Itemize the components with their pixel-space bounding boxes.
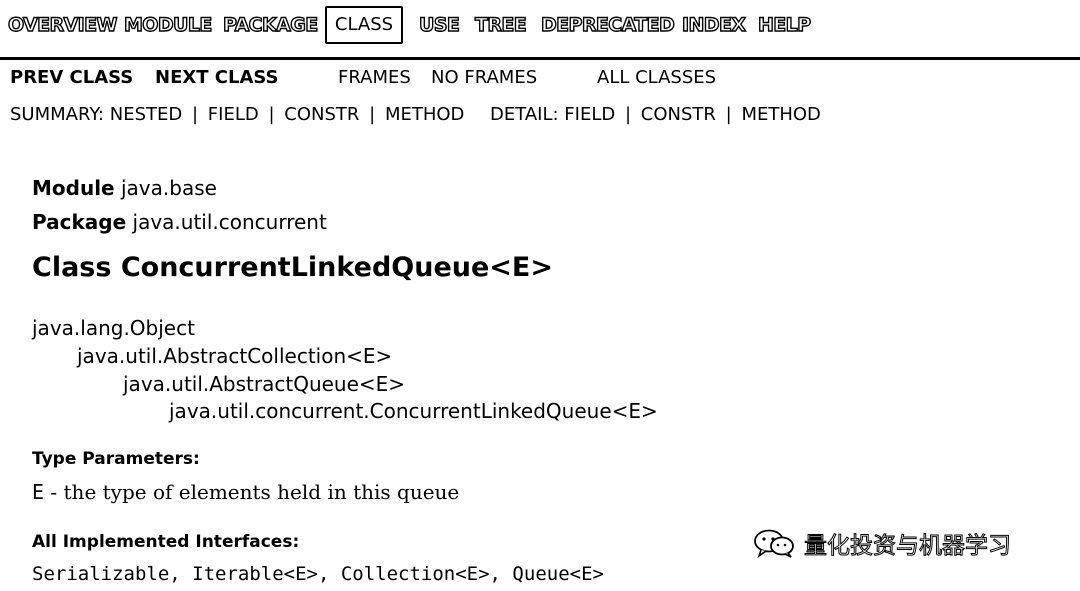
prev-class-link[interactable]: PREV CLASS bbox=[10, 67, 133, 88]
separator: | bbox=[191, 104, 199, 125]
hierarchy-item-abstract-collection[interactable]: java.util.AbstractCollection<E> bbox=[77, 344, 392, 368]
summary-method-link[interactable]: METHOD bbox=[385, 104, 464, 125]
wechat-icon bbox=[754, 529, 794, 558]
detail-nav: DETAIL: FIELD | CONSTR | METHOD bbox=[490, 104, 821, 125]
type-parameters-heading: Type Parameters: bbox=[32, 449, 200, 469]
separator: | bbox=[624, 104, 632, 125]
nav-package[interactable]: PACKAGE bbox=[222, 12, 319, 38]
summary-nav: SUMMARY: NESTED | FIELD | CONSTR | METHO… bbox=[10, 104, 464, 125]
top-navigation-bar: OVERVIEW MODULE PACKAGE CLASS USE TREE D… bbox=[0, 0, 1080, 60]
module-line: Module java.base bbox=[32, 176, 217, 200]
all-classes-link[interactable]: ALL CLASSES bbox=[597, 67, 716, 88]
type-parameter-text: - the type of elements held in this queu… bbox=[44, 480, 460, 504]
page-title: Class ConcurrentLinkedQueue<E> bbox=[32, 252, 553, 283]
nav-overview[interactable]: OVERVIEW bbox=[7, 12, 118, 38]
separator: | bbox=[369, 104, 376, 125]
hierarchy-item-abstract-queue[interactable]: java.util.AbstractQueue<E> bbox=[123, 372, 405, 396]
next-class-link[interactable]: NEXT CLASS bbox=[155, 67, 279, 88]
watermark: 量化投资与机器学习 bbox=[752, 527, 1012, 560]
summary-label: SUMMARY: bbox=[10, 104, 104, 125]
detail-field-link[interactable]: FIELD bbox=[564, 104, 615, 125]
hierarchy-item-object[interactable]: java.lang.Object bbox=[32, 316, 195, 340]
type-parameter-description: E - the type of elements held in this qu… bbox=[32, 480, 459, 504]
separator: | bbox=[725, 104, 732, 125]
detail-method-link[interactable]: METHOD bbox=[741, 104, 820, 125]
interfaces-heading: All Implemented Interfaces: bbox=[32, 532, 300, 552]
watermark-text: 量化投资与机器学习 bbox=[804, 533, 1012, 560]
nav-tree[interactable]: TREE bbox=[474, 12, 527, 38]
nav-deprecated[interactable]: DEPRECATED bbox=[540, 12, 675, 38]
nav-class-active[interactable]: CLASS bbox=[325, 6, 403, 44]
module-link[interactable]: java.base bbox=[121, 176, 217, 200]
detail-label: DETAIL: bbox=[490, 104, 559, 125]
package-link[interactable]: java.util.concurrent bbox=[133, 210, 327, 234]
type-parameter-name: E bbox=[32, 480, 45, 504]
nav-divider bbox=[0, 57, 1080, 60]
summary-field-link[interactable]: FIELD bbox=[208, 104, 259, 125]
nav-index[interactable]: INDEX bbox=[681, 12, 746, 38]
frames-link[interactable]: FRAMES bbox=[338, 67, 411, 88]
nav-use[interactable]: USE bbox=[418, 12, 460, 38]
package-label: Package bbox=[32, 210, 127, 234]
module-label: Module bbox=[32, 176, 115, 200]
no-frames-link[interactable]: NO FRAMES bbox=[431, 67, 537, 88]
summary-constr-link[interactable]: CONSTR bbox=[284, 104, 359, 125]
hierarchy-item-current-class: java.util.concurrent.ConcurrentLinkedQue… bbox=[169, 399, 658, 423]
detail-constr-link[interactable]: CONSTR bbox=[641, 104, 716, 125]
summary-nested-link[interactable]: NESTED bbox=[110, 104, 183, 125]
interfaces-list[interactable]: Serializable, Iterable<E>, Collection<E>… bbox=[32, 563, 604, 585]
package-line: Package java.util.concurrent bbox=[32, 210, 327, 234]
nav-help[interactable]: HELP bbox=[757, 12, 811, 38]
separator: | bbox=[268, 104, 275, 125]
nav-module[interactable]: MODULE bbox=[123, 12, 213, 38]
